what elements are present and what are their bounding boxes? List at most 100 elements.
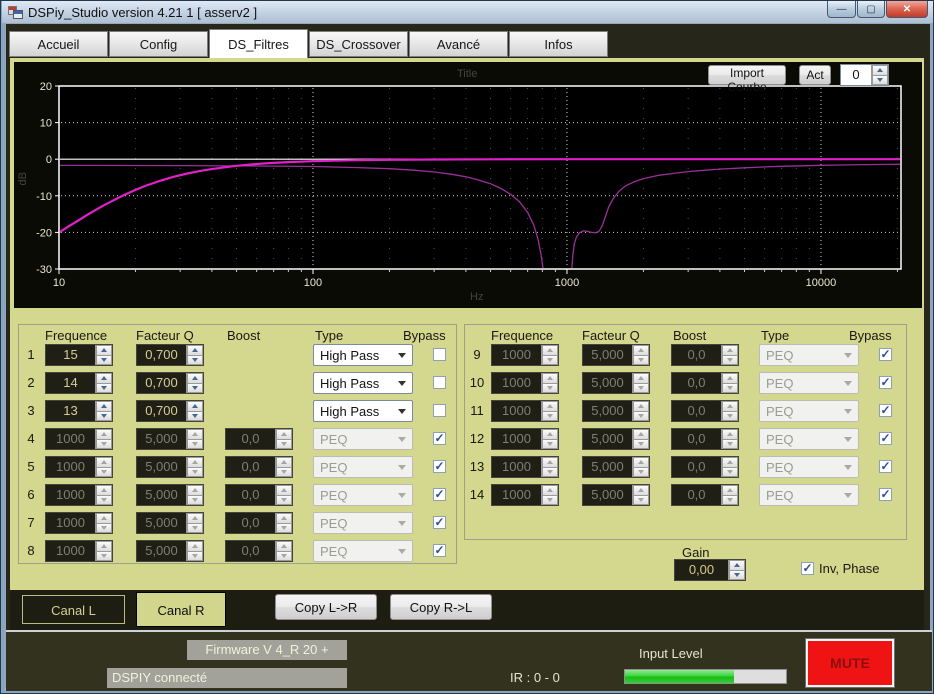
filter-1-type-select[interactable]: High Pass <box>313 344 413 366</box>
filter-12-frequency-field: 1000 <box>491 428 559 450</box>
filter-1-frequency-spinner[interactable] <box>95 345 112 365</box>
filter-row-number: 2 <box>21 375 41 390</box>
filter-11-bypass-checkbox[interactable]: ✓ <box>879 404 892 417</box>
filter-8-frequency-spinner <box>95 541 112 561</box>
close-button[interactable]: ✕ <box>886 1 928 18</box>
maximize-button[interactable]: ▢ <box>857 1 885 18</box>
inv-phase-checkbox[interactable]: ✓ <box>801 562 814 575</box>
filter-2-frequency-spinner[interactable] <box>95 373 112 393</box>
filter-4-bypass-checkbox[interactable]: ✓ <box>433 432 446 445</box>
filter-8-frequency-value: 1000 <box>46 541 95 561</box>
filter-7-frequency-field: 1000 <box>45 512 113 534</box>
import-courbe-button[interactable]: Import Courbe <box>708 65 786 85</box>
column-header-frequence: Frequence <box>45 328 107 343</box>
minimize-button[interactable]: — <box>827 1 856 18</box>
filter-9-bypass-checkbox[interactable]: ✓ <box>879 348 892 361</box>
filter-10-type-select: PEQ <box>759 372 859 394</box>
filter-4-frequency-field: 1000 <box>45 428 113 450</box>
filter-row-number: 1 <box>21 347 41 362</box>
filter-2-bypass-checkbox[interactable] <box>433 376 446 389</box>
filter-14-bypass-checkbox[interactable]: ✓ <box>879 488 892 501</box>
filter-4-q-spinner <box>186 429 203 449</box>
filter-2-type-value: High Pass <box>320 376 379 391</box>
filter-12-q-spinner <box>632 429 649 449</box>
filter-6-frequency-field: 1000 <box>45 484 113 506</box>
tab-avancé[interactable]: Avancé <box>409 31 508 57</box>
filter-8-bypass-checkbox[interactable]: ✓ <box>433 544 446 557</box>
chevron-down-icon <box>844 465 852 470</box>
filter-3-frequency-spinner[interactable] <box>95 401 112 421</box>
filter-9-q-spinner <box>632 345 649 365</box>
filter-3-q-spinner[interactable] <box>186 401 203 421</box>
filter-6-q-spinner <box>186 485 203 505</box>
tab-ds_filtres[interactable]: DS_Filtres <box>209 29 308 58</box>
gain-spinner[interactable] <box>728 560 745 580</box>
filter-8-type-value: PEQ <box>320 544 347 559</box>
filter-2-q-field[interactable]: 0,700 <box>136 372 204 394</box>
filter-14-boost-value: 0,0 <box>672 485 721 505</box>
tab-ds_crossover[interactable]: DS_Crossover <box>309 31 408 57</box>
filter-6-bypass-checkbox[interactable]: ✓ <box>433 488 446 501</box>
filter-6-boost-value: 0,0 <box>226 485 275 505</box>
column-header-boost: Boost <box>227 328 260 343</box>
tab-canal-r[interactable]: Canal R <box>136 592 226 627</box>
copy-l-to-r-button[interactable]: Copy L->R <box>275 594 377 620</box>
chevron-down-icon <box>844 493 852 498</box>
filter-13-frequency-value: 1000 <box>492 457 541 477</box>
filter-2-type-select[interactable]: High Pass <box>313 372 413 394</box>
filter-12-boost-field: 0,0 <box>671 428 739 450</box>
act-button[interactable]: Act <box>799 65 831 85</box>
chevron-down-icon <box>398 521 406 526</box>
column-header-type: Type <box>761 328 789 343</box>
filter-8-q-value: 5,000 <box>137 541 186 561</box>
filter-4-boost-spinner <box>275 429 292 449</box>
filter-7-bypass-checkbox[interactable]: ✓ <box>433 516 446 529</box>
tab-config[interactable]: Config <box>109 31 208 57</box>
filter-5-bypass-checkbox[interactable]: ✓ <box>433 460 446 473</box>
filter-5-q-spinner <box>186 457 203 477</box>
filter-1-q-field[interactable]: 0,700 <box>136 344 204 366</box>
filter-13-q-spinner <box>632 457 649 477</box>
filter-3-frequency-field[interactable]: 13 <box>45 400 113 422</box>
svg-text:1000: 1000 <box>555 277 579 289</box>
filter-12-type-value: PEQ <box>766 432 793 447</box>
filter-13-bypass-checkbox[interactable]: ✓ <box>879 460 892 473</box>
filter-3-type-select[interactable]: High Pass <box>313 400 413 422</box>
curve-counter[interactable]: 0 <box>840 64 889 86</box>
filter-7-type-select: PEQ <box>313 512 413 534</box>
filter-9-boost-spinner <box>721 345 738 365</box>
filter-3-q-field[interactable]: 0,700 <box>136 400 204 422</box>
mute-button[interactable]: MUTE <box>806 639 894 687</box>
filter-11-boost-field: 0,0 <box>671 400 739 422</box>
filter-1-bypass-checkbox[interactable] <box>433 348 446 361</box>
filter-5-frequency-spinner <box>95 457 112 477</box>
filter-13-boost-value: 0,0 <box>672 457 721 477</box>
copy-r-to-l-button[interactable]: Copy R->L <box>390 594 492 620</box>
tab-infos[interactable]: Infos <box>509 31 608 57</box>
filter-7-type-value: PEQ <box>320 516 347 531</box>
filter-1-q-spinner[interactable] <box>186 345 203 365</box>
tab-canal-l[interactable]: Canal L <box>22 595 125 624</box>
filter-12-frequency-value: 1000 <box>492 429 541 449</box>
filter-4-boost-value: 0,0 <box>226 429 275 449</box>
filter-2-frequency-field[interactable]: 14 <box>45 372 113 394</box>
filter-9-frequency-spinner <box>541 345 558 365</box>
filter-3-bypass-checkbox[interactable] <box>433 404 446 417</box>
filter-12-bypass-checkbox[interactable]: ✓ <box>879 432 892 445</box>
filter-row-number: 6 <box>21 487 41 502</box>
filter-1-frequency-field[interactable]: 15 <box>45 344 113 366</box>
filter-14-q-spinner <box>632 485 649 505</box>
filter-row-number: 13 <box>467 459 487 474</box>
filter-9-q-field: 5,000 <box>582 344 650 366</box>
filter-10-bypass-checkbox[interactable]: ✓ <box>879 376 892 389</box>
filter-10-frequency-spinner <box>541 373 558 393</box>
filter-2-q-value: 0,700 <box>137 373 186 393</box>
filter-7-frequency-value: 1000 <box>46 513 95 533</box>
filter-13-q-value: 5,000 <box>583 457 632 477</box>
tab-accueil[interactable]: Accueil <box>9 31 108 57</box>
curve-counter-spinner[interactable] <box>871 65 888 85</box>
filter-2-q-spinner[interactable] <box>186 373 203 393</box>
filter-13-boost-field: 0,0 <box>671 456 739 478</box>
filter-14-frequency-spinner <box>541 485 558 505</box>
gain-field[interactable]: 0,00 <box>674 559 746 581</box>
